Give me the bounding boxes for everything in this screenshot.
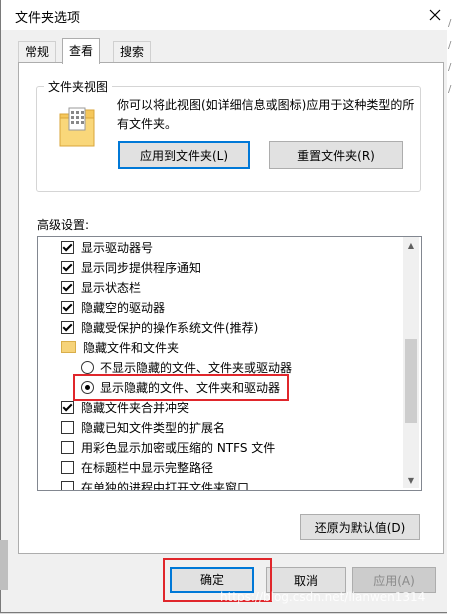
list-item[interactable]: 显示同步提供程序通知 <box>38 257 404 277</box>
radio-unselected[interactable] <box>81 360 94 374</box>
list-item[interactable]: 显示驱动器号 <box>38 237 404 257</box>
reset-folders-button[interactable]: 重置文件夹(R) <box>269 141 403 169</box>
advanced-settings-list[interactable]: 显示驱动器号 显示同步提供程序通知 显示状态栏 隐藏空的驱动器 隐藏受保护的操作… <box>37 236 422 491</box>
list-item[interactable]: 在标题栏中显示完整路径 <box>38 457 404 477</box>
vertical-scrollbar[interactable]: ▲ ▼ <box>403 237 419 488</box>
list-item[interactable]: 用彩色显示加密或压缩的 NTFS 文件 <box>38 437 404 457</box>
edge-mark: / <box>448 40 452 51</box>
checkbox-checked[interactable] <box>61 320 74 334</box>
folder-view-icon <box>59 107 95 147</box>
list-item-group: 隐藏文件和文件夹 <box>38 337 404 357</box>
checkbox-checked[interactable] <box>61 240 74 254</box>
highlight-box <box>73 374 289 401</box>
scroll-up-arrow-icon[interactable]: ▲ <box>403 237 419 253</box>
edge-mark: / <box>448 18 452 29</box>
checkbox-unchecked[interactable] <box>61 420 74 434</box>
advanced-settings-label: 高级设置: <box>37 218 90 232</box>
list-item-label: 隐藏文件和文件夹 <box>83 340 180 355</box>
checkbox-checked[interactable] <box>61 400 74 414</box>
checkbox-unchecked[interactable] <box>61 480 74 490</box>
list-item-label: 隐藏已知文件类型的扩展名 <box>81 420 226 435</box>
checkbox-checked[interactable] <box>61 280 74 294</box>
list-item[interactable]: 隐藏空的驱动器 <box>38 297 404 317</box>
restore-defaults-button[interactable]: 还原为默认值(D) <box>300 514 420 540</box>
watermark: https://blog.csdn.net/lianwen1314 <box>220 590 426 604</box>
close-icon <box>429 9 441 21</box>
scroll-thumb[interactable] <box>405 339 417 423</box>
list-item-label: 隐藏空的驱动器 <box>81 300 166 315</box>
list-item[interactable]: 显示状态栏 <box>38 277 404 297</box>
background-window-edge <box>0 540 8 590</box>
window-title: 文件夹选项 <box>15 11 81 26</box>
checkbox-checked[interactable] <box>61 260 74 274</box>
list-item-label: 用彩色显示加密或压缩的 NTFS 文件 <box>81 440 276 455</box>
apply-to-folders-button[interactable]: 应用到文件夹(L) <box>118 141 250 169</box>
list-item-label: 不显示隐藏的文件、文件夹或驱动器 <box>100 360 293 375</box>
list-item-label: 隐藏文件夹合并冲突 <box>81 400 190 415</box>
list-item-label: 显示驱动器号 <box>81 240 154 255</box>
tab-view[interactable]: 查看 <box>62 38 101 64</box>
checkbox-unchecked[interactable] <box>61 460 74 474</box>
list-item[interactable]: 隐藏受保护的操作系统文件(推荐) <box>38 317 404 337</box>
tab-search[interactable]: 搜索 <box>113 41 152 63</box>
folder-views-title: 文件夹视图 <box>44 78 113 95</box>
folder-icon <box>61 341 76 353</box>
list-item-label: 在单独的进程中打开文件夹窗口 <box>81 480 250 491</box>
list-item-label: 隐藏受保护的操作系统文件(推荐) <box>81 320 259 335</box>
list-item-label: 显示同步提供程序通知 <box>81 260 202 275</box>
checkbox-checked[interactable] <box>61 300 74 314</box>
checkbox-unchecked[interactable] <box>61 440 74 454</box>
scroll-down-arrow-icon[interactable]: ▼ <box>403 472 419 488</box>
list-item[interactable]: 隐藏已知文件类型的扩展名 <box>38 417 404 437</box>
folder-views-description: 你可以将此视图(如详细信息或图标)应用于这种类型的所有文件夹。 <box>117 98 415 131</box>
list-item-label: 在标题栏中显示完整路径 <box>81 460 214 475</box>
list-item[interactable]: 在单独的进程中打开文件夹窗口 <box>38 477 404 491</box>
title-bar: 文件夹选项 <box>1 0 447 30</box>
close-button[interactable] <box>421 0 449 30</box>
tab-general[interactable]: 常规 <box>18 41 57 63</box>
edge-mark: / <box>448 84 452 95</box>
list-item-label: 显示状态栏 <box>81 280 142 295</box>
edge-mark: / <box>448 62 452 73</box>
